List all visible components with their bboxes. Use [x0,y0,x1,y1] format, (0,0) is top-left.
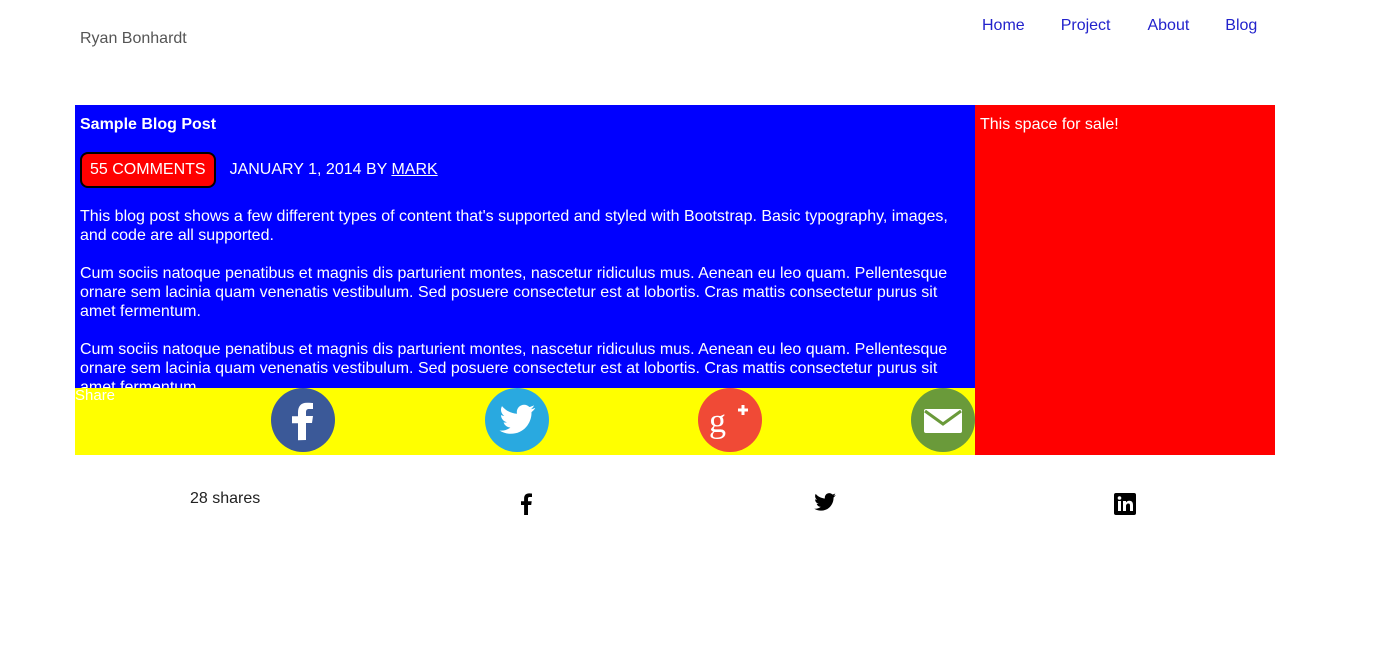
post-date-author: JANUARY 1, 2014 BY MARK [230,161,438,179]
blog-post: Sample Blog Post 55 COMMENTS JANUARY 1, … [75,105,975,388]
footer-linkedin-button[interactable] [1114,493,1136,520]
nav-blog[interactable]: Blog [1225,17,1257,35]
post-paragraph: This blog post shows a few different typ… [80,208,948,244]
post-meta: 55 COMMENTS JANUARY 1, 2014 BY MARK [80,152,970,188]
ad-sidebar: This space for sale! [975,105,1275,455]
email-icon [911,388,975,452]
linkedin-icon [1114,493,1136,515]
nav-project[interactable]: Project [1061,17,1111,35]
email-share-button[interactable] [911,388,975,452]
google-plus-icon: g [698,388,762,452]
share-count: 28 shares [190,490,261,507]
nav-home[interactable]: Home [982,17,1025,35]
ad-text: This space for sale! [980,116,1119,133]
svg-text:g: g [709,403,726,440]
facebook-icon [521,493,532,515]
share-bar: Share g [75,388,975,455]
comments-button[interactable]: 55 COMMENTS [80,152,216,188]
top-nav: Home Project About Blog [982,17,1257,35]
brand-name[interactable]: Ryan Bonhardt [80,30,187,48]
nav-about[interactable]: About [1147,17,1189,35]
twitter-icon [485,388,549,452]
footer-twitter-button[interactable] [814,493,836,516]
author-link[interactable]: MARK [391,161,437,178]
post-paragraph: Cum sociis natoque penatibus et magnis d… [80,265,948,320]
facebook-share-button[interactable] [271,388,335,452]
post-title: Sample Blog Post [80,116,217,133]
footer-facebook-button[interactable] [519,493,533,520]
google-plus-share-button[interactable]: g [698,388,762,452]
post-date: JANUARY 1, 2014 BY [229,161,392,178]
post-paragraph: Cum sociis natoque penatibus et magnis d… [80,341,948,388]
facebook-icon [271,388,335,452]
twitter-share-button[interactable] [485,388,549,452]
twitter-icon [814,493,836,511]
share-label: Share [75,387,116,404]
